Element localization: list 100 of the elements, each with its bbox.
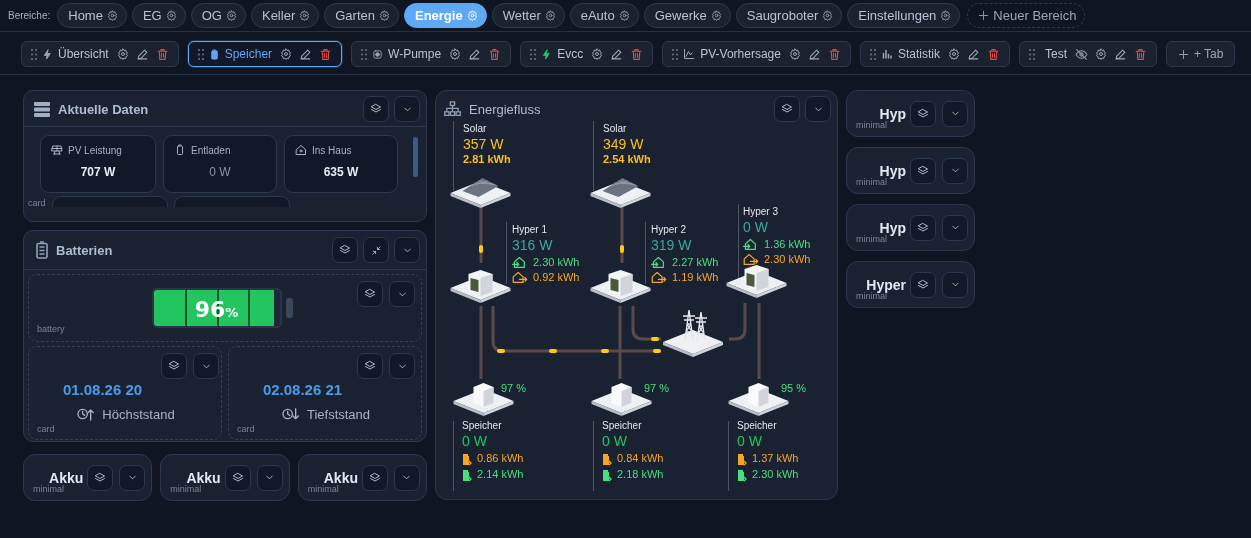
- drag-handle-icon[interactable]: [1028, 48, 1035, 60]
- scrollbar[interactable]: [413, 137, 418, 177]
- layers-icon: [231, 471, 244, 484]
- layers-button[interactable]: [910, 157, 936, 184]
- page-tab[interactable]: Test: [1018, 41, 1157, 67]
- area-tab[interactable]: Keller: [250, 3, 320, 28]
- leader-line: [593, 421, 594, 491]
- trash-icon: [1133, 47, 1147, 61]
- layers-icon: [364, 288, 376, 300]
- sitemap-icon: [444, 101, 461, 117]
- house-arrow-in-icon: [743, 237, 759, 251]
- battery-discharge-icon: [737, 467, 747, 482]
- battery-discharge-icon: [462, 467, 472, 482]
- add-tab-button[interactable]: + Tab: [1165, 41, 1236, 67]
- layers-button[interactable]: [910, 271, 936, 298]
- node-label: Speicher: [602, 420, 643, 432]
- card-title: Akku: [49, 469, 84, 486]
- power-line: [620, 206, 624, 263]
- drag-handle-icon[interactable]: [361, 48, 368, 60]
- node-label: Solar: [463, 123, 488, 135]
- card-type-label: card: [237, 424, 255, 434]
- drag-handle-icon[interactable]: [197, 48, 204, 60]
- trash-icon: [488, 47, 502, 61]
- area-tab[interactable]: EG: [131, 3, 186, 28]
- card-title: Hyp: [879, 219, 906, 236]
- node-label: Speicher: [462, 420, 503, 432]
- house-icon: [295, 144, 307, 156]
- card-title: Energiefluss: [469, 101, 542, 117]
- trash-icon: [986, 47, 1000, 61]
- bar-chart-icon: [880, 48, 893, 60]
- card-type-label: minimal: [856, 291, 887, 301]
- gear-icon: [225, 10, 237, 21]
- layers-button[interactable]: [362, 464, 388, 491]
- layers-button[interactable]: [774, 96, 800, 122]
- battery-percent: 96%: [193, 297, 240, 322]
- layers-icon: [917, 164, 929, 177]
- area-tab[interactable]: OG: [190, 3, 246, 28]
- layers-button[interactable]: [357, 353, 383, 379]
- stat-value: 635 W: [322, 165, 360, 179]
- layers-icon: [917, 278, 929, 291]
- layers-button[interactable]: [224, 464, 251, 491]
- stat-label: PV Leistung: [51, 144, 145, 156]
- page-tab[interactable]: PV-Vorhersage: [662, 41, 851, 67]
- card-type-label: minimal: [856, 120, 887, 130]
- node-label: Hyper 3: [743, 206, 779, 218]
- collapse-button[interactable]: [363, 237, 389, 263]
- gear-icon: [940, 10, 952, 21]
- layers-button[interactable]: [357, 281, 383, 307]
- page-tab[interactable]: Statistik: [859, 41, 1010, 67]
- area-tab[interactable]: Einstellungen: [847, 3, 961, 28]
- area-tab[interactable]: Home: [57, 3, 127, 28]
- battery-icon: [174, 144, 186, 156]
- gear-icon: [165, 10, 177, 21]
- layers-button[interactable]: [87, 464, 114, 491]
- battery-charge-icon: [462, 451, 472, 466]
- area-tab[interactable]: Wetter: [491, 3, 565, 28]
- page-tab[interactable]: W-Pumpe: [351, 41, 512, 67]
- leader-line: [453, 121, 454, 191]
- area-tab[interactable]: Garten: [324, 3, 399, 28]
- area-tab[interactable]: Saugroboter: [735, 3, 843, 28]
- gear-icon: [378, 10, 390, 21]
- layers-button[interactable]: [910, 214, 936, 241]
- layers-button[interactable]: [363, 96, 389, 122]
- gear-icon: [710, 10, 722, 21]
- pencil-icon: [807, 47, 821, 61]
- page-tab[interactable]: Evcc: [520, 41, 654, 67]
- drag-handle-icon[interactable]: [869, 48, 876, 60]
- energy-value: 2.81 kWh: [463, 152, 511, 166]
- energy-out-value: 2.30 kWh: [764, 253, 811, 267]
- bolt-icon: [42, 48, 53, 60]
- charge-percent: 97 %: [501, 382, 527, 394]
- gear-icon: [544, 10, 556, 21]
- energy-in-value: 2.27 kWh: [672, 255, 719, 269]
- gear-icon: [788, 48, 801, 60]
- leader-line: [645, 222, 646, 284]
- pencil-icon: [1113, 47, 1127, 61]
- area-tab[interactable]: Gewerke: [643, 3, 731, 28]
- gear-icon: [116, 48, 129, 60]
- pencil-icon: [299, 47, 313, 61]
- card-title: Batterien: [56, 242, 114, 258]
- drag-handle-icon[interactable]: [672, 48, 679, 60]
- extreme-label: Höchststand: [102, 406, 175, 422]
- energy-in-value: 2.30 kWh: [533, 255, 580, 269]
- gear-icon: [106, 10, 118, 21]
- pencil-icon: [135, 47, 149, 61]
- drag-handle-icon[interactable]: [530, 48, 537, 60]
- house-arrow-in-icon: [651, 255, 667, 269]
- node-label: Hyper 2: [651, 224, 687, 236]
- battery-charge-icon: [737, 451, 747, 466]
- charge-percent: 95 %: [781, 382, 807, 394]
- card-type-label: minimal: [33, 484, 64, 494]
- layers-button[interactable]: [332, 237, 358, 263]
- page-tab[interactable]: Speicher: [187, 41, 343, 67]
- layers-button[interactable]: [161, 353, 187, 379]
- page-tab[interactable]: Übersicht: [21, 41, 179, 67]
- layers-icon: [339, 244, 351, 256]
- house-arrow-in-icon: [512, 255, 528, 269]
- layers-button[interactable]: [910, 100, 936, 127]
- area-tab[interactable]: eAuto: [569, 3, 639, 28]
- drag-handle-icon[interactable]: [31, 48, 37, 60]
